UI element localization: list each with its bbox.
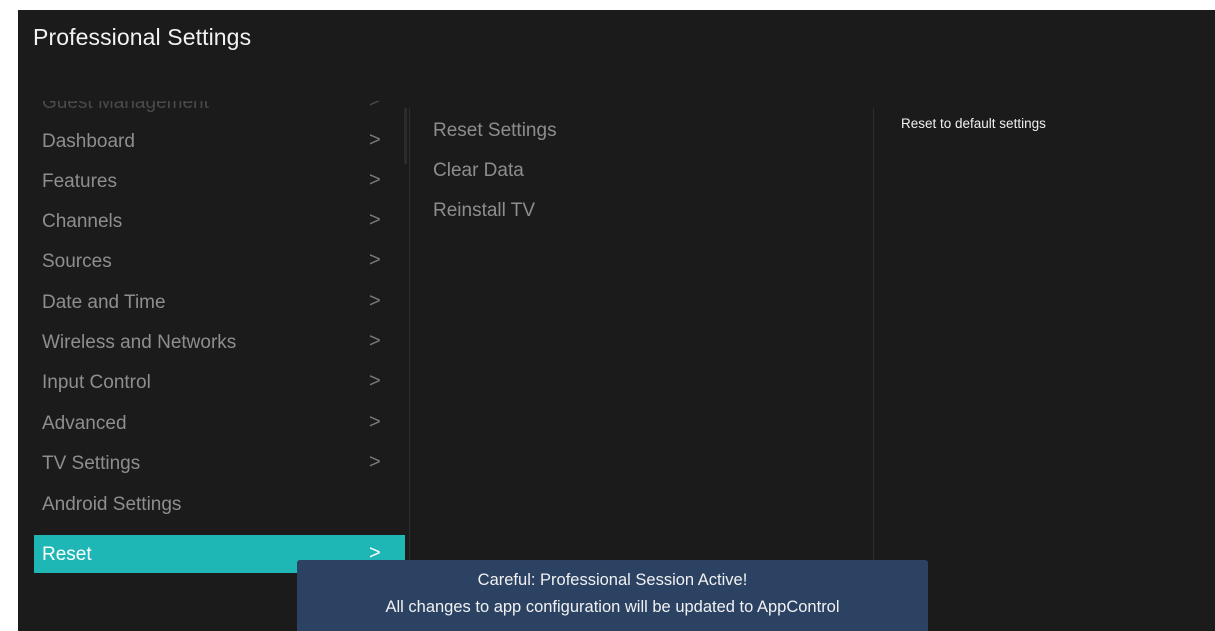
- settings-menu: Guest Management > Dashboard > Features …: [34, 101, 405, 576]
- sidebar-item-guest-management[interactable]: Guest Management >: [34, 101, 405, 121]
- toast-title: Careful: Professional Session Active!: [477, 571, 748, 589]
- sidebar-item-channels[interactable]: Channels >: [34, 202, 405, 240]
- page-title: Professional Settings: [33, 24, 252, 50]
- sidebar-item-label: Guest Management: [42, 101, 209, 113]
- column-divider: [873, 108, 874, 576]
- toast-message: All changes to app configuration will be…: [385, 598, 840, 616]
- sidebar-item-date-and-time[interactable]: Date and Time >: [34, 283, 405, 321]
- sidebar-item-label: Advanced: [42, 413, 127, 434]
- sidebar-item-label: TV Settings: [42, 453, 141, 474]
- chevron-right-icon: >: [369, 249, 381, 271]
- sidebar-item-sources[interactable]: Sources >: [34, 242, 405, 280]
- chevron-right-icon: >: [369, 101, 381, 112]
- sidebar-item-dashboard[interactable]: Dashboard >: [34, 122, 405, 160]
- sidebar-item-label: Dashboard: [42, 131, 135, 152]
- sidebar-item-label: Sources: [42, 251, 112, 272]
- option-reset-settings[interactable]: Reset Settings: [433, 120, 557, 142]
- option-clear-data[interactable]: Clear Data: [433, 160, 524, 182]
- menu-scrollbar[interactable]: [404, 108, 407, 164]
- sidebar-item-wireless-and-networks[interactable]: Wireless and Networks >: [34, 323, 405, 361]
- column-divider: [409, 108, 410, 576]
- sidebar-item-label: Reset: [42, 544, 92, 565]
- sidebar-item-features[interactable]: Features >: [34, 162, 405, 200]
- chevron-right-icon: >: [369, 451, 381, 473]
- chevron-right-icon: >: [369, 169, 381, 191]
- sidebar-item-label: Features: [42, 171, 117, 192]
- chevron-right-icon: >: [369, 330, 381, 352]
- sidebar-item-label: Android Settings: [42, 494, 182, 515]
- sidebar-item-label: Channels: [42, 211, 123, 232]
- sidebar-item-input-control[interactable]: Input Control >: [34, 363, 405, 401]
- sidebar-item-label: Date and Time: [42, 292, 166, 313]
- sidebar-item-tv-settings[interactable]: TV Settings >: [34, 444, 405, 482]
- sidebar-item-advanced[interactable]: Advanced >: [34, 404, 405, 442]
- option-description: Reset to default settings: [901, 116, 1046, 131]
- sidebar-item-label: Input Control: [42, 372, 151, 393]
- chevron-right-icon: >: [369, 370, 381, 392]
- chevron-right-icon: >: [369, 411, 381, 433]
- option-reinstall-tv[interactable]: Reinstall TV: [433, 200, 535, 222]
- chevron-right-icon: >: [369, 290, 381, 312]
- professional-settings-screen: Professional Settings Guest Management >…: [18, 10, 1215, 631]
- chevron-right-icon: >: [369, 209, 381, 231]
- session-warning-toast: Careful: Professional Session Active! Al…: [297, 560, 928, 631]
- sidebar-item-android-settings[interactable]: Android Settings: [34, 485, 405, 523]
- chevron-right-icon: >: [369, 129, 381, 151]
- sidebar-item-label: Wireless and Networks: [42, 332, 237, 353]
